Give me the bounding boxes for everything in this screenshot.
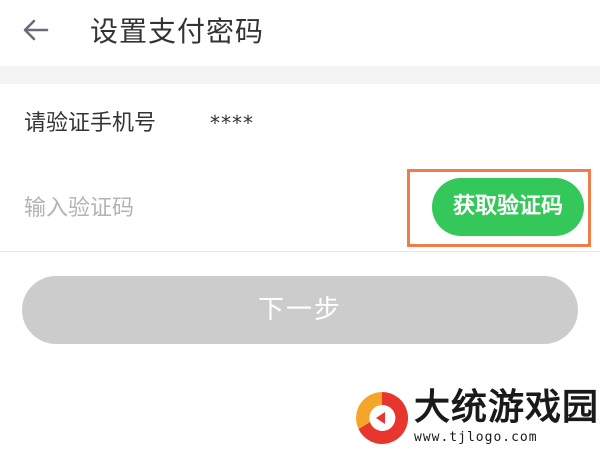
masked-phone-number: **** — [210, 111, 254, 135]
section-divider-band — [0, 66, 600, 84]
screen: 设置支付密码 请验证手机号 **** 获取验证码 下一步 大统游戏园 www.t… — [0, 0, 600, 450]
watermark-url: www.tjlogo.com — [414, 430, 538, 445]
get-verification-code-button[interactable]: 获取验证码 — [432, 178, 584, 236]
card-bottom-divider — [0, 251, 600, 252]
watermark: 大统游戏园 www.tjlogo.com — [352, 384, 600, 450]
back-button[interactable] — [14, 12, 58, 52]
verification-code-input[interactable] — [24, 188, 384, 228]
phone-verify-label: 请验证手机号 — [24, 111, 157, 136]
page-title: 设置支付密码 — [90, 15, 265, 48]
watermark-title: 大统游戏园 — [414, 387, 600, 428]
watermark-logo-icon — [352, 388, 412, 448]
back-arrow-icon — [22, 18, 50, 46]
next-step-button[interactable]: 下一步 — [22, 276, 578, 344]
header-bar: 设置支付密码 — [0, 0, 600, 66]
